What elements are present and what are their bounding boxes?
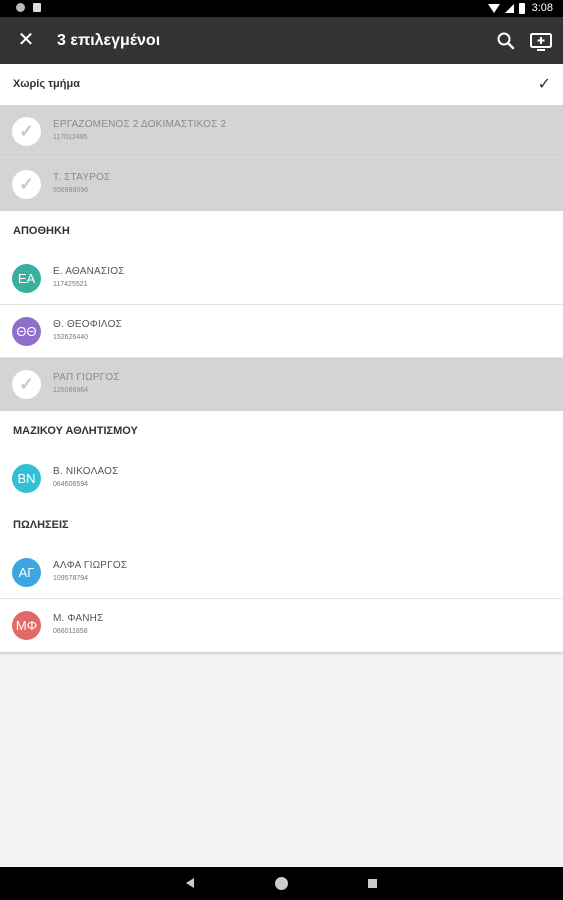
avatar[interactable]: ΑΓ (12, 558, 41, 587)
employee-row[interactable]: ✓ ΕΡΓΑΖΟΜΕΝΟΣ 2 ΔΟΚΙΜΑΣΤΙΚΟΣ 2 117012485 (0, 105, 563, 158)
section-title: ΑΠΟΘΗΚΗ (13, 225, 70, 237)
signal-icon (504, 3, 514, 13)
employee-name: Τ. ΣΤΑΥΡΟΣ (53, 172, 111, 183)
employee-name: Ε. ΑΘΑΝΑΣΙΟΣ (53, 266, 125, 277)
selection-count-title: 3 επιλεγμένοι (57, 32, 161, 49)
employee-code: 109578794 (53, 575, 89, 582)
employee-list: Χωρίς τμήμα ✓ ✓ ΕΡΓΑΖΟΜΕΝΟΣ 2 ΔΟΚΙΜΑΣΤΙΚΟΣ … (0, 64, 563, 652)
employee-code: 117012485 (53, 134, 88, 141)
avatar[interactable]: ΘΘ (12, 317, 41, 346)
employee-code: 152626440 (53, 334, 89, 341)
employee-name: ΑΛΦΑ ΓΙΩΡΓΟΣ (53, 560, 128, 571)
employee-row[interactable]: ✓ Τ. ΣΤΑΥΡΟΣ 556988096 (0, 158, 563, 211)
avatar[interactable]: ΜΦ (12, 611, 41, 640)
sd-card-icon (33, 3, 41, 12)
selected-check-icon[interactable]: ✓ (12, 370, 41, 399)
employee-code: 066011858 (53, 628, 88, 635)
status-time: 3:08 (531, 2, 553, 14)
employee-row[interactable]: ΜΦ Μ. ΦΑΝΗΣ 066011858 (0, 599, 563, 652)
section-title: ΜΑΖΙΚΟΥ ΑΘΛΗΤΙΣΜΟΥ (13, 425, 138, 437)
employee-row[interactable]: ΑΓ ΑΛΦΑ ΓΙΩΡΓΟΣ 109578794 (0, 546, 563, 599)
notification-icon (16, 3, 25, 12)
employee-name: ΕΡΓΑΖΟΜΕΝΟΣ 2 ΔΟΚΙΜΑΣΤΙΚΟΣ 2 (53, 119, 227, 130)
section-header: ΜΑΖΙΚΟΥ ΑΘΛΗΤΙΣΜΟΥ (0, 411, 563, 452)
selection-app-bar: ✕ 3 επιλεγμένοι (0, 17, 563, 64)
avatar[interactable]: ΒΝ (12, 464, 41, 493)
employee-code: 556988096 (53, 187, 89, 194)
add-to-queue-icon[interactable] (528, 29, 554, 53)
employee-row[interactable]: ΕΑ Ε. ΑΘΑΝΑΣΙΟΣ 117425521 (0, 252, 563, 305)
employee-row[interactable]: ✓ ΡΑΠ ΓΙΩΡΓΟΣ 125086964 (0, 358, 563, 411)
section-header[interactable]: Χωρίς τμήμα ✓ (0, 64, 563, 105)
back-icon[interactable] (186, 878, 194, 888)
close-icon[interactable]: ✕ (14, 27, 38, 53)
wifi-icon (487, 3, 500, 13)
status-bar: 3:08 (0, 0, 563, 17)
selected-check-icon[interactable]: ✓ (12, 117, 41, 146)
employee-row[interactable]: ΘΘ Θ. ΘΕΟΦΙΛΟΣ 152626440 (0, 305, 563, 358)
employee-name: ΡΑΠ ΓΙΩΡΓΟΣ (53, 372, 120, 383)
search-icon[interactable] (494, 29, 518, 53)
check-icon[interactable]: ✓ (538, 64, 551, 105)
home-icon[interactable] (275, 877, 288, 890)
recent-apps-icon[interactable] (368, 879, 377, 888)
selected-check-icon[interactable]: ✓ (12, 170, 41, 199)
employee-name: Β. ΝΙΚΟΛΑΟΣ (53, 466, 119, 477)
employee-name: Θ. ΘΕΟΦΙΛΟΣ (53, 319, 122, 330)
employee-row[interactable]: ΒΝ Β. ΝΙΚΟΛΑΟΣ 064606594 (0, 452, 563, 505)
navigation-bar (0, 867, 563, 900)
employee-name: Μ. ΦΑΝΗΣ (53, 613, 104, 624)
section-title: ΠΩΛΗΣΕΙΣ (13, 519, 69, 531)
section-header: ΠΩΛΗΣΕΙΣ (0, 505, 563, 546)
avatar[interactable]: ΕΑ (12, 264, 41, 293)
employee-code: 117425521 (53, 281, 88, 288)
battery-icon (518, 2, 525, 14)
employee-code: 125086964 (53, 387, 89, 394)
section-header: ΑΠΟΘΗΚΗ (0, 211, 563, 252)
employee-code: 064606594 (53, 481, 89, 488)
section-title: Χωρίς τμήμα (13, 78, 80, 90)
